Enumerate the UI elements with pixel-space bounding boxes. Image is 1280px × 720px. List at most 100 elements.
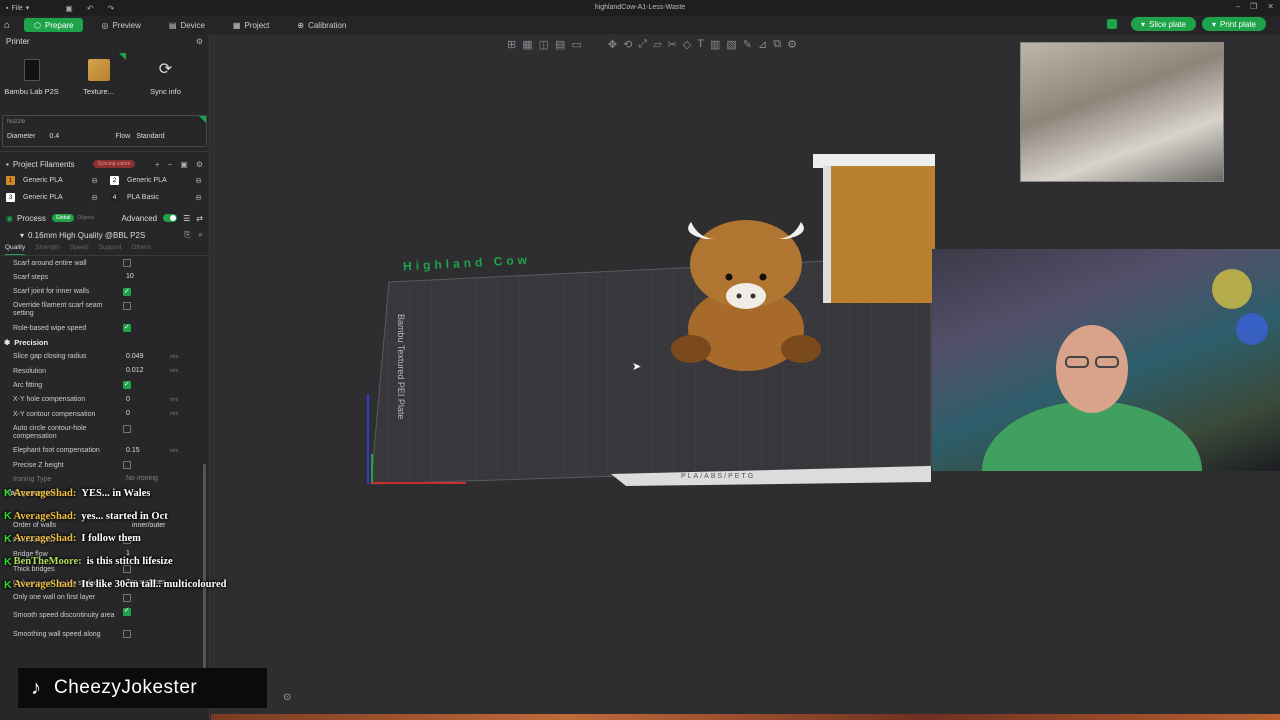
- chat-message: K AverageShad: YES... in Wales: [4, 487, 151, 500]
- filament-slot-3[interactable]: 3 Generic PLA ⊖: [0, 193, 104, 202]
- setting-row: Override filament scarf seam setting: [0, 299, 209, 321]
- setting-checkbox[interactable]: [123, 460, 131, 469]
- tab-device[interactable]: ▤ Device: [159, 18, 215, 32]
- precision-group-header[interactable]: ✱ Precision: [0, 336, 209, 350]
- setting-label: X-Y contour compensation: [13, 410, 96, 418]
- tab-strength[interactable]: Strength: [35, 244, 60, 255]
- sync-colors-badge[interactable]: Syncing colors: [92, 160, 136, 168]
- edit-icon[interactable]: ⊖: [91, 193, 98, 202]
- prepare-icon: ⬡: [34, 20, 41, 30]
- kick-icon: K: [4, 532, 12, 545]
- unit-label: mm: [170, 411, 179, 418]
- unit-label: mm: [170, 353, 179, 360]
- setting-value-input[interactable]: 0: [126, 410, 130, 417]
- setting-checkbox[interactable]: [123, 630, 131, 639]
- chat-message: K AverageShad: yes... started in Oct: [4, 510, 168, 523]
- printer-selector[interactable]: Bambu Lab P2S: [4, 53, 59, 109]
- search-icon[interactable]: ⌕: [199, 230, 203, 240]
- chevron-down-icon: ▾: [1211, 19, 1216, 29]
- compare-icon[interactable]: ⇄: [196, 214, 203, 223]
- setting-row: Smoothing wall speed along: [0, 627, 209, 641]
- filament-color-swatch: 1: [6, 176, 15, 185]
- setting-row: Scarf steps 10: [0, 270, 209, 284]
- project-icon: ▦: [232, 20, 241, 30]
- file-menu[interactable]: ▪ File ▾: [6, 4, 30, 13]
- chevron-down-icon: ▾: [1141, 19, 1146, 29]
- tab-others[interactable]: Others: [131, 244, 151, 255]
- setting-label: Scarf joint for inner walls: [13, 288, 90, 296]
- undo-icon[interactable]: ↶: [87, 4, 94, 13]
- tab-project[interactable]: ▦ Project: [223, 18, 279, 32]
- chevron-down-icon: ▾: [20, 230, 25, 240]
- process-preset-select[interactable]: ▾ 0.16mm High Quality @BBL P2S ⎘ ⌕: [0, 226, 209, 244]
- flow-select[interactable]: Standard: [136, 133, 164, 140]
- prime-tower[interactable]: [823, 166, 935, 303]
- filament-slot-4[interactable]: 4 PLA Basic ⊖: [104, 193, 208, 202]
- redo-icon[interactable]: ↷: [108, 4, 115, 13]
- setting-value-input[interactable]: 10: [126, 273, 134, 280]
- tab-preview[interactable]: ◎ Preview: [91, 18, 150, 32]
- filament-icon: ▪: [6, 159, 9, 169]
- chevron-down-icon: ▾: [25, 5, 30, 12]
- tab-prepare[interactable]: ⬡ Prepare: [24, 18, 84, 32]
- edit-icon[interactable]: ⊖: [91, 176, 98, 185]
- setting-checkbox[interactable]: [123, 302, 131, 311]
- sync-icon: ⟳: [158, 61, 173, 78]
- add-icon[interactable]: +: [155, 160, 160, 169]
- setting-row: Slice gap closing radius 0.049 mm: [0, 350, 209, 364]
- edit-icon[interactable]: ⊖: [195, 176, 202, 185]
- setting-value-input[interactable]: 0: [126, 396, 130, 403]
- sync-info-button[interactable]: ⟳ Sync info: [138, 53, 193, 109]
- advanced-toggle[interactable]: [163, 214, 178, 222]
- bottom-strip: [211, 714, 1280, 720]
- app-logo-icon: ▪: [6, 4, 9, 12]
- tab-support[interactable]: Support: [99, 244, 122, 255]
- close-icon[interactable]: ✕: [1267, 2, 1274, 11]
- plate-type-selector[interactable]: Texture...: [71, 53, 126, 109]
- process-header: ◉ Process Global Objects Advanced ☰ ⇄: [6, 213, 203, 223]
- gear-icon[interactable]: ⚙: [196, 37, 203, 46]
- objects-toggle[interactable]: Objects: [77, 215, 94, 221]
- edit-icon[interactable]: ⊖: [195, 193, 202, 202]
- plate-list-icon[interactable]: [1107, 19, 1118, 29]
- setting-label: Arc fitting: [13, 382, 43, 390]
- tab-calibration[interactable]: ⊕ Calibration: [287, 18, 356, 32]
- plate-type-label: Bambu Textured PEI Plate: [396, 314, 406, 420]
- setting-label: Precise Z height: [13, 461, 64, 469]
- setting-checkbox[interactable]: [123, 607, 131, 617]
- printer-camera-feed: [1020, 42, 1224, 182]
- maximize-icon[interactable]: ❐: [1250, 2, 1257, 11]
- save-preset-icon[interactable]: ⎘: [184, 230, 190, 240]
- setting-value-input[interactable]: 0.049: [126, 353, 144, 360]
- setting-checkbox[interactable]: [123, 424, 131, 433]
- setting-value-input[interactable]: 0.15: [126, 447, 140, 454]
- filament-slot-2[interactable]: 2 Generic PLA ⊖: [104, 176, 208, 185]
- setting-checkbox[interactable]: [123, 380, 131, 390]
- tab-speed[interactable]: Speed: [70, 244, 89, 255]
- printer-icon: [23, 59, 40, 81]
- diameter-select[interactable]: 0.4: [49, 133, 109, 140]
- save-icon[interactable]: ▣: [65, 4, 73, 13]
- remove-icon[interactable]: −: [168, 160, 173, 169]
- kick-icon: K: [4, 510, 12, 523]
- list-icon[interactable]: ☰: [183, 214, 190, 223]
- gear-icon[interactable]: ⚙: [196, 160, 203, 169]
- nozzle-panel: Nozzle Diameter 0.4 Flow Standard: [2, 115, 207, 147]
- view-icon[interactable]: ⊙: [283, 692, 291, 703]
- setting-checkbox[interactable]: [123, 323, 131, 333]
- print-plate-button[interactable]: ▾ Print plate: [1201, 17, 1266, 31]
- slice-plate-button[interactable]: ▾ Slice plate: [1131, 17, 1196, 31]
- filament-slot-1[interactable]: 1 Generic PLA ⊖: [0, 176, 104, 185]
- chat-message: K AverageShad: I follow them: [4, 532, 141, 545]
- setting-checkbox[interactable]: [123, 287, 131, 296]
- home-icon[interactable]: ⌂: [4, 20, 16, 31]
- ams-icon[interactable]: ▣: [180, 160, 188, 169]
- global-toggle[interactable]: Global: [51, 214, 75, 222]
- textured-plate-icon: [87, 59, 110, 81]
- setting-checkbox[interactable]: [123, 259, 131, 267]
- setting-row: X-Y contour compensation 0 mm: [0, 407, 209, 421]
- z-axis: [367, 394, 369, 484]
- setting-value-input[interactable]: 0.012: [126, 367, 144, 374]
- minimize-icon[interactable]: –: [1236, 2, 1240, 11]
- tab-quality[interactable]: Quality: [5, 244, 26, 255]
